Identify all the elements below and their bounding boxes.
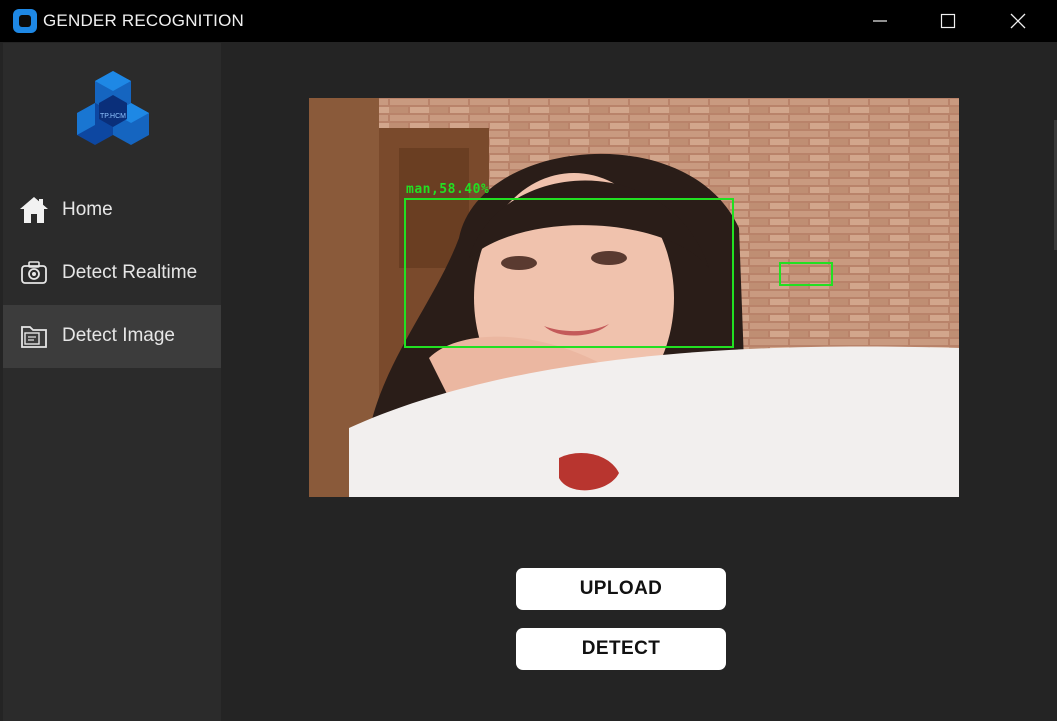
- window-title: GENDER RECOGNITION: [43, 11, 245, 30]
- secondary-bounding-box: [779, 262, 833, 286]
- sidebar: TP.HCM Home Detect Realtime Detect Image: [3, 43, 221, 721]
- upload-button[interactable]: UPLOAD: [516, 568, 726, 610]
- minimize-icon: [873, 20, 887, 22]
- detect-button[interactable]: DETECT: [516, 628, 726, 670]
- sidebar-item-home[interactable]: Home: [3, 179, 221, 242]
- sidebar-item-detect-realtime[interactable]: Detect Realtime: [3, 242, 221, 305]
- title-bar: GENDER RECOGNITION: [0, 0, 1057, 42]
- sidebar-item-label: Detect Image: [62, 325, 175, 346]
- maximize-icon: [940, 13, 956, 29]
- camera-icon: [18, 257, 50, 289]
- face-bounding-box: [404, 198, 734, 348]
- sidebar-item-label: Detect Realtime: [62, 262, 198, 283]
- logo-text: TP.HCM: [100, 113, 126, 120]
- maximize-button[interactable]: [913, 0, 983, 42]
- sidebar-item-label: Home: [62, 199, 113, 220]
- university-logo: TP.HCM: [77, 71, 149, 145]
- app-icon: [13, 9, 37, 33]
- minimize-button[interactable]: [845, 0, 915, 42]
- detected-image: man,58.40%: [309, 98, 959, 497]
- sidebar-item-detect-image[interactable]: Detect Image: [3, 305, 221, 368]
- close-button[interactable]: [983, 0, 1053, 42]
- app-window: GENDER RECOGNITION TP.HCM Home Detect Re…: [0, 0, 1057, 721]
- folder-icon: [18, 320, 50, 352]
- close-icon: [1010, 13, 1026, 29]
- home-icon: [18, 194, 50, 226]
- detection-label: man,58.40%: [406, 182, 490, 197]
